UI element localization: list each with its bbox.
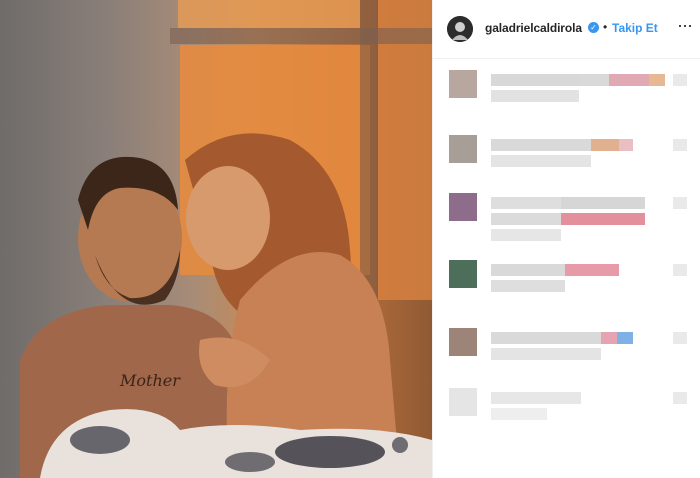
redacted-comment-text — [491, 197, 561, 209]
redacted-comment-text — [491, 332, 601, 344]
redacted-comment-text — [491, 155, 591, 167]
post-header: galadrielcaldirola ✓ • Takip Et ··· — [433, 0, 700, 59]
svg-text:Mother: Mother — [119, 371, 181, 390]
redacted-comment-text — [491, 392, 581, 404]
redacted-comment-text — [491, 229, 561, 241]
redacted-comment-text — [491, 280, 565, 292]
heart-icon[interactable] — [673, 74, 687, 86]
commenter-avatar[interactable] — [449, 328, 477, 356]
redacted-comment-text — [561, 213, 645, 225]
post-photo[interactable]: Mother — [0, 0, 432, 478]
commenter-avatar[interactable] — [449, 388, 477, 416]
redacted-comment-text — [491, 408, 547, 420]
redacted-comment-text — [601, 332, 617, 344]
profile-avatar[interactable] — [447, 16, 473, 42]
heart-icon[interactable] — [673, 264, 687, 276]
redacted-comment-text — [565, 264, 619, 276]
redacted-comment-text — [561, 197, 645, 209]
post-side-panel: galadrielcaldirola ✓ • Takip Et ··· — [432, 0, 700, 478]
heart-icon[interactable] — [673, 332, 687, 344]
commenter-avatar[interactable] — [449, 70, 477, 98]
photo-illustration: Mother — [20, 0, 432, 478]
commenter-avatar[interactable] — [449, 260, 477, 288]
comment-item — [433, 318, 700, 378]
redacted-comment-text — [491, 213, 561, 225]
redacted-comment-text — [617, 332, 633, 344]
commenter-avatar[interactable] — [449, 193, 477, 221]
redacted-comment-text — [591, 139, 619, 151]
verified-badge-icon: ✓ — [588, 22, 599, 33]
redacted-comment-text — [491, 74, 579, 86]
more-options-icon[interactable]: ··· — [677, 15, 693, 36]
redacted-comment-text — [491, 348, 601, 360]
commenter-avatar[interactable] — [449, 135, 477, 163]
heart-icon[interactable] — [673, 197, 687, 209]
redacted-comment-text — [609, 74, 649, 86]
comment-item — [433, 60, 700, 120]
redacted-comment-text — [579, 74, 609, 86]
comment-item — [433, 250, 700, 310]
redacted-comment-text — [619, 139, 633, 151]
comment-item — [433, 125, 700, 185]
redacted-comment-text — [491, 90, 579, 102]
redacted-comment-text — [491, 139, 591, 151]
follow-button[interactable]: Takip Et — [612, 21, 658, 35]
username-link[interactable]: galadrielcaldirola — [485, 21, 582, 35]
heart-icon[interactable] — [673, 392, 687, 404]
separator-dot: • — [603, 20, 608, 34]
avatar-image — [447, 16, 473, 42]
heart-icon[interactable] — [673, 139, 687, 151]
redacted-comment-text — [649, 74, 665, 86]
redacted-comment-text — [491, 264, 565, 276]
comment-item — [433, 183, 700, 243]
instagram-post-view: Mother galadrielcaldirola ✓ • Takip Et ·… — [0, 0, 700, 478]
comment-item — [433, 378, 700, 438]
